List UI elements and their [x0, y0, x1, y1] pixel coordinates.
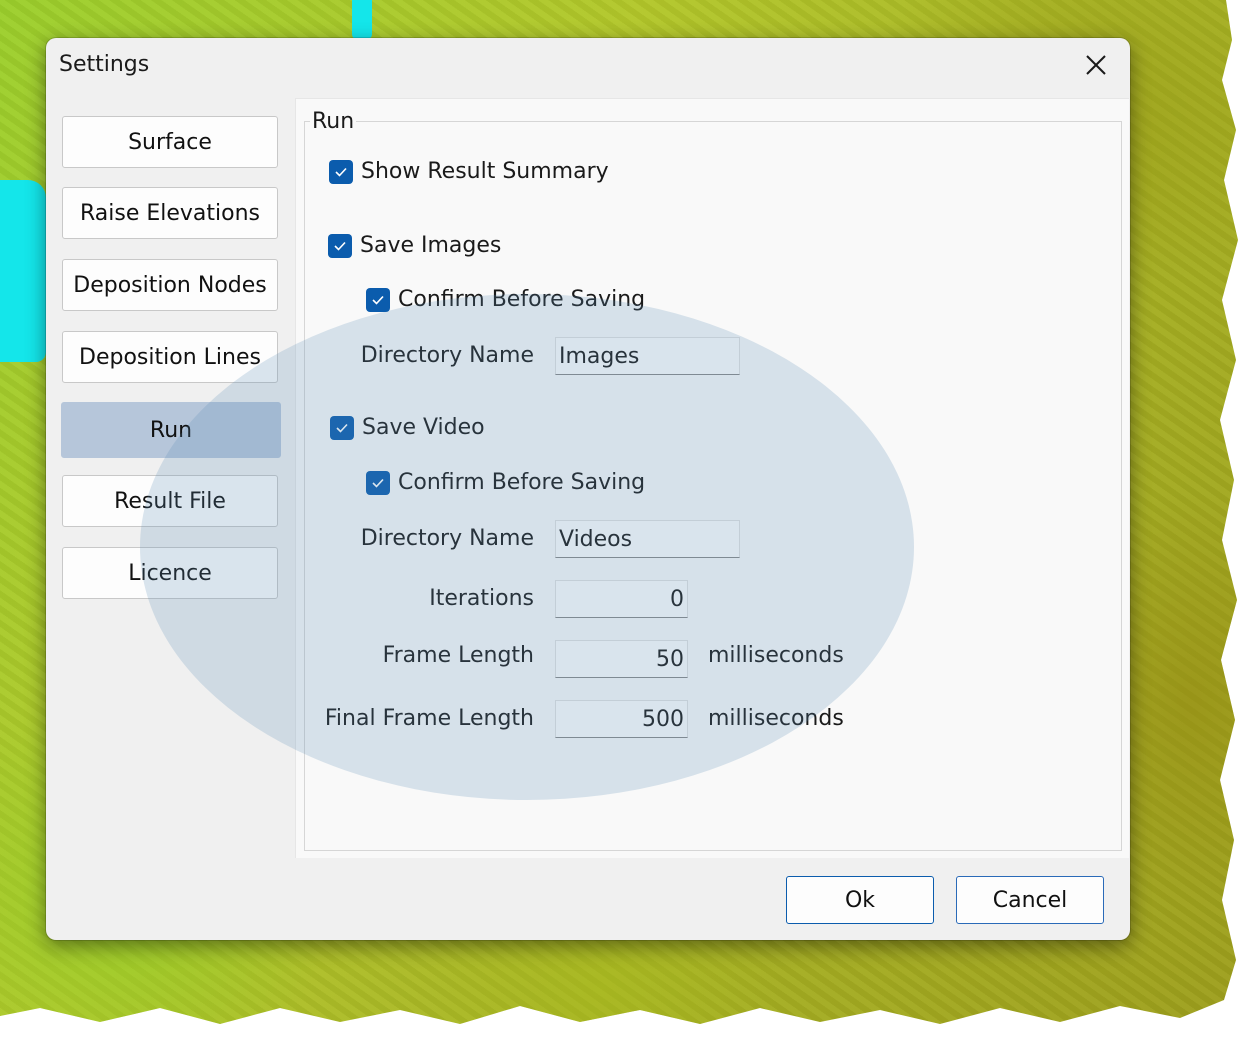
dialog-title: Settings: [59, 52, 150, 77]
group-title: Run: [310, 109, 357, 134]
frame-length-input[interactable]: 50: [555, 640, 688, 678]
checkbox-label: Confirm Before Saving: [398, 470, 646, 495]
checkbox-label: Show Result Summary: [361, 159, 609, 184]
sidebar-item-deposition-nodes[interactable]: Deposition Nodes: [62, 259, 278, 311]
checkmark-icon: [328, 233, 352, 258]
close-button[interactable]: [1076, 48, 1116, 82]
iterations-input[interactable]: 0: [555, 580, 688, 618]
sidebar-item-deposition-lines[interactable]: Deposition Lines: [62, 331, 278, 383]
video-directory-label: Directory Name: [360, 526, 534, 551]
save-images-checkbox[interactable]: Save Images: [328, 233, 501, 258]
final-frame-length-label: Final Frame Length: [324, 706, 534, 731]
settings-dialog: Settings Surface Raise Elevations Deposi…: [46, 38, 1130, 940]
checkmark-icon: [366, 287, 390, 312]
sidebar-item-run[interactable]: Run: [61, 402, 281, 458]
images-directory-input[interactable]: Images: [555, 337, 740, 375]
sidebar-item-licence[interactable]: Licence: [62, 547, 278, 599]
checkmark-icon: [330, 415, 354, 440]
frame-length-label: Frame Length: [382, 643, 534, 668]
run-settings-panel: Run Show Result Summary Save Images Conf…: [295, 98, 1129, 858]
checkbox-label: Confirm Before Saving: [398, 287, 646, 312]
water-patch: [352, 0, 372, 40]
video-confirm-before-saving-checkbox[interactable]: Confirm Before Saving: [366, 470, 645, 495]
sidebar-item-result-file[interactable]: Result File: [62, 475, 278, 527]
checkbox-label: Save Images: [360, 233, 502, 258]
sidebar-item-raise-elevations[interactable]: Raise Elevations: [62, 187, 278, 239]
ok-button[interactable]: Ok: [786, 876, 934, 924]
video-directory-input[interactable]: Videos: [555, 520, 740, 558]
checkbox-label: Save Video: [362, 415, 485, 440]
final-frame-length-input[interactable]: 500: [555, 700, 688, 738]
images-directory-label: Directory Name: [360, 343, 534, 368]
show-result-summary-checkbox[interactable]: Show Result Summary: [329, 159, 609, 184]
images-confirm-before-saving-checkbox[interactable]: Confirm Before Saving: [366, 287, 645, 312]
iterations-label: Iterations: [429, 586, 534, 611]
close-icon: [1086, 55, 1106, 75]
checkmark-icon: [329, 159, 353, 184]
checkmark-icon: [366, 470, 390, 495]
water-patch: [0, 180, 46, 362]
sidebar-item-surface[interactable]: Surface: [62, 116, 278, 168]
frame-length-unit: milliseconds: [708, 643, 844, 668]
cancel-button[interactable]: Cancel: [956, 876, 1104, 924]
final-frame-length-unit: milliseconds: [708, 706, 844, 731]
save-video-checkbox[interactable]: Save Video: [330, 415, 485, 440]
